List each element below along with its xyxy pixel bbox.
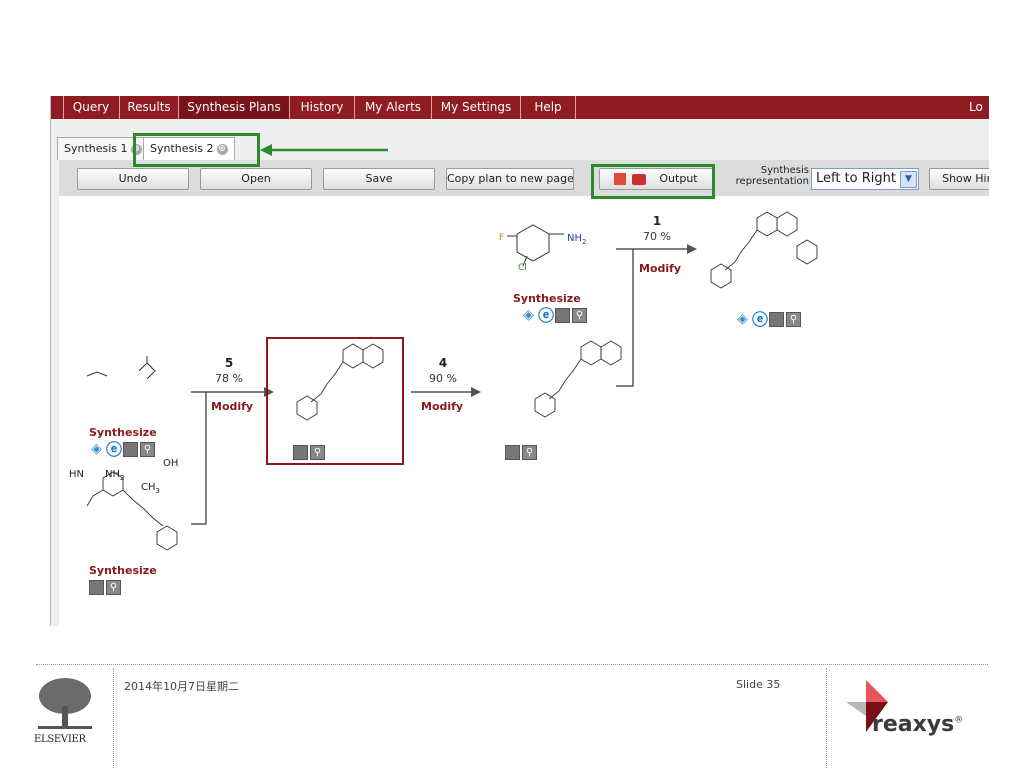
- nh-text: NH: [105, 469, 120, 480]
- zoom-icon[interactable]: ⚲: [140, 442, 155, 457]
- arrowhead-4: [471, 387, 481, 397]
- modify-link[interactable]: Modify: [639, 262, 681, 275]
- main-nav-bar: Query Results Synthesis Plans History My…: [51, 96, 989, 119]
- list-icon[interactable]: [769, 312, 784, 327]
- structure-actions: ◈ ⓔ ⚲: [521, 308, 589, 324]
- reaxys-wordmark: reaxys®: [872, 712, 963, 737]
- e-icon[interactable]: ⓔ: [106, 442, 122, 458]
- step-yield: 70 %: [643, 230, 671, 243]
- copy-plan-button[interactable]: Copy plan to new page: [446, 168, 574, 190]
- mol-label-cl: Cl: [518, 263, 527, 273]
- slide-date: 2014年10月7日星期二: [124, 680, 239, 693]
- mol-label-ch3: CH3: [141, 482, 160, 495]
- zoom-icon[interactable]: ⚲: [106, 580, 121, 595]
- step-number: 5: [224, 356, 234, 370]
- diamond-icon[interactable]: ◈: [521, 308, 536, 323]
- synthesis-plan-canvas: HN NH2 O OH CH3 F Cl NH2 5 78 % Modify 4…: [59, 196, 989, 626]
- plan-graph: [86, 211, 818, 551]
- representation-value: Left to Right: [816, 171, 897, 186]
- show-hint-button[interactable]: Show Hint: [929, 168, 989, 190]
- mol-gefitinib: [710, 211, 818, 289]
- elsevier-wordmark: ELSEVIER: [34, 734, 86, 745]
- structure-actions: ⚲: [293, 445, 327, 461]
- representation-label: Synthesis representation: [727, 165, 809, 187]
- footer-separator: [826, 668, 827, 768]
- step-yield: 90 %: [429, 372, 457, 385]
- step-number: 1: [652, 214, 662, 228]
- nav-query[interactable]: Query: [63, 96, 120, 119]
- mol-fluorochloroaniline: [507, 224, 564, 267]
- nav-my-alerts[interactable]: My Alerts: [355, 96, 432, 119]
- nh-text: NH: [567, 233, 582, 244]
- structure-actions: ◈ ⓔ ⚲: [89, 442, 157, 458]
- structure-actions: ⚲: [505, 445, 539, 461]
- list-icon[interactable]: [123, 442, 138, 457]
- ch-text: CH: [141, 482, 156, 493]
- arrowhead-1: [687, 244, 697, 254]
- mol-chloroquinazoline: [534, 340, 622, 418]
- annotation-arrow: [260, 144, 388, 156]
- modify-link[interactable]: Modify: [421, 400, 463, 413]
- zoom-icon[interactable]: ⚲: [310, 445, 325, 460]
- e-icon[interactable]: ⓔ: [538, 308, 554, 324]
- slide-number: Slide 35: [736, 678, 781, 691]
- synthesize-link[interactable]: Synthesize: [513, 292, 581, 305]
- list-icon[interactable]: [89, 580, 104, 595]
- step5-bracket: [191, 391, 207, 525]
- list-icon[interactable]: [505, 445, 520, 460]
- mol-label-oh: OH: [163, 458, 179, 469]
- mol-formamidine-acid: [86, 356, 156, 380]
- brand-text: reaxys: [872, 712, 955, 737]
- rep-label-line1: Synthesis: [760, 165, 809, 176]
- synthesize-link[interactable]: Synthesize: [89, 426, 157, 439]
- sub-2: 2: [120, 474, 125, 482]
- list-icon[interactable]: [555, 308, 570, 323]
- mol-quinazolinone: [296, 343, 384, 421]
- footer-divider: [36, 664, 988, 665]
- arrowhead-5: [264, 387, 274, 397]
- sub-2: 2: [582, 238, 587, 246]
- diamond-icon[interactable]: ◈: [89, 442, 104, 457]
- structure-actions: ◈ ⓔ ⚲: [735, 312, 803, 328]
- list-icon[interactable]: [293, 445, 308, 460]
- mol-label-f: F: [499, 233, 505, 243]
- registered-mark: ®: [954, 715, 964, 726]
- footer-separator: [113, 668, 114, 768]
- save-button[interactable]: Save: [323, 168, 435, 190]
- modify-link[interactable]: Modify: [211, 400, 253, 413]
- synthesize-link[interactable]: Synthesize: [89, 564, 157, 577]
- mol-label-hn: HN: [69, 469, 84, 480]
- nav-my-settings[interactable]: My Settings: [432, 96, 521, 119]
- step-number: 4: [438, 356, 448, 370]
- reaxys-app-window: Query Results Synthesis Plans History My…: [50, 96, 989, 626]
- zoom-icon[interactable]: ⚲: [786, 312, 801, 327]
- mol-label-nh2b: NH2: [567, 233, 586, 246]
- chevron-down-icon[interactable]: ▼: [900, 171, 917, 188]
- sub-3: 3: [155, 487, 160, 495]
- representation-select[interactable]: Left to Right ▼: [811, 168, 919, 190]
- structure-actions: ⚲: [89, 580, 123, 596]
- rep-label-line2: representation: [735, 176, 809, 187]
- diamond-icon[interactable]: ◈: [735, 312, 750, 327]
- step-yield: 78 %: [215, 372, 243, 385]
- nav-synthesis-plans[interactable]: Synthesis Plans: [179, 96, 290, 119]
- zoom-icon[interactable]: ⚲: [572, 308, 587, 323]
- e-icon[interactable]: ⓔ: [752, 312, 768, 328]
- nav-results[interactable]: Results: [120, 96, 179, 119]
- nav-history[interactable]: History: [290, 96, 355, 119]
- nav-help[interactable]: Help: [521, 96, 576, 119]
- elsevier-tree-logo: [34, 676, 96, 732]
- zoom-icon[interactable]: ⚲: [522, 445, 537, 460]
- output-highlight: [591, 164, 715, 199]
- undo-button[interactable]: Undo: [77, 168, 189, 190]
- mol-aminoester: [86, 471, 178, 551]
- step1-bracket: [616, 248, 634, 387]
- nav-logout[interactable]: Lo: [969, 96, 989, 119]
- tab-highlight: [133, 133, 260, 167]
- open-button[interactable]: Open: [200, 168, 312, 190]
- mol-label-nh2: NH2: [105, 469, 124, 482]
- tab-label: Synthesis 1: [64, 142, 128, 155]
